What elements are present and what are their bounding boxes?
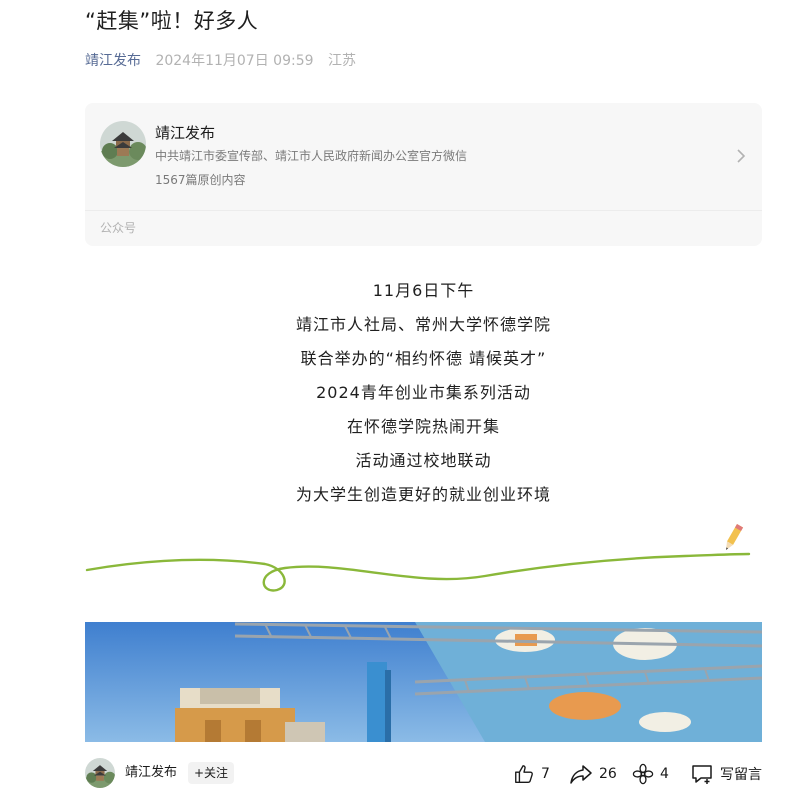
article-body: 11月6日下午 靖江市人社局、常州大学怀德学院 联合举办的“相约怀德 靖候英才”… — [85, 274, 762, 512]
body-line: 在怀德学院热闹开集 — [346, 417, 500, 436]
like-count: 7 — [541, 766, 550, 782]
flower-icon — [632, 763, 654, 785]
article-photo — [85, 622, 762, 742]
wave-divider — [85, 520, 762, 600]
body-line: 联合举办的“相约怀德 靖候英才” — [300, 349, 547, 368]
article-meta: 靖江发布 2024年11月07日 09:59 江苏 — [85, 50, 356, 72]
account-name: 靖江发布 — [155, 124, 216, 142]
bottom-account-name[interactable]: 靖江发布 — [125, 764, 177, 782]
pencil-icon — [726, 524, 744, 550]
account-original-count: 1567篇原创内容 — [155, 173, 246, 187]
share-count: 26 — [599, 766, 617, 782]
share-button[interactable]: 26 — [569, 762, 617, 786]
card-divider — [85, 210, 762, 211]
body-line: 活动通过校地联动 — [355, 451, 492, 470]
wow-count: 4 — [660, 766, 669, 782]
publish-time: 2024年11月07日 09:59 — [155, 53, 314, 69]
comment-button[interactable]: 写留言 — [690, 762, 762, 786]
thumbs-up-icon — [515, 765, 533, 783]
account-description: 中共靖江市委宣传部、靖江市人民政府新闻办公室官方微信 — [155, 149, 468, 163]
account-card[interactable]: 靖江发布 中共靖江市委宣传部、靖江市人民政府新闻办公室官方微信 1567篇原创内… — [85, 103, 762, 246]
body-line: 11月6日下午 — [372, 281, 475, 300]
body-line: 为大学生创造更好的就业创业环境 — [295, 485, 551, 504]
wow-button[interactable]: 4 — [632, 762, 669, 786]
article-title: “赶集”啦！好多人 — [85, 9, 259, 33]
comment-label: 写留言 — [720, 767, 762, 783]
chevron-right-icon — [734, 147, 748, 165]
like-button[interactable]: 7 — [513, 762, 550, 786]
bottom-account-avatar[interactable] — [85, 758, 115, 788]
bottom-bar: 靖江发布 +关注 7 26 4 写留言 — [0, 742, 789, 791]
body-line: 靖江市人社局、常州大学怀德学院 — [295, 315, 551, 334]
body-line: 2024青年创业市集系列活动 — [316, 383, 531, 402]
publish-location: 江苏 — [327, 53, 356, 69]
account-type-label: 公众号 — [100, 221, 137, 235]
follow-button[interactable]: +关注 — [188, 762, 235, 784]
share-arrow-icon — [570, 765, 592, 784]
author-link[interactable]: 靖江发布 — [85, 53, 141, 69]
comment-box-icon — [692, 765, 712, 784]
account-avatar — [100, 121, 146, 167]
